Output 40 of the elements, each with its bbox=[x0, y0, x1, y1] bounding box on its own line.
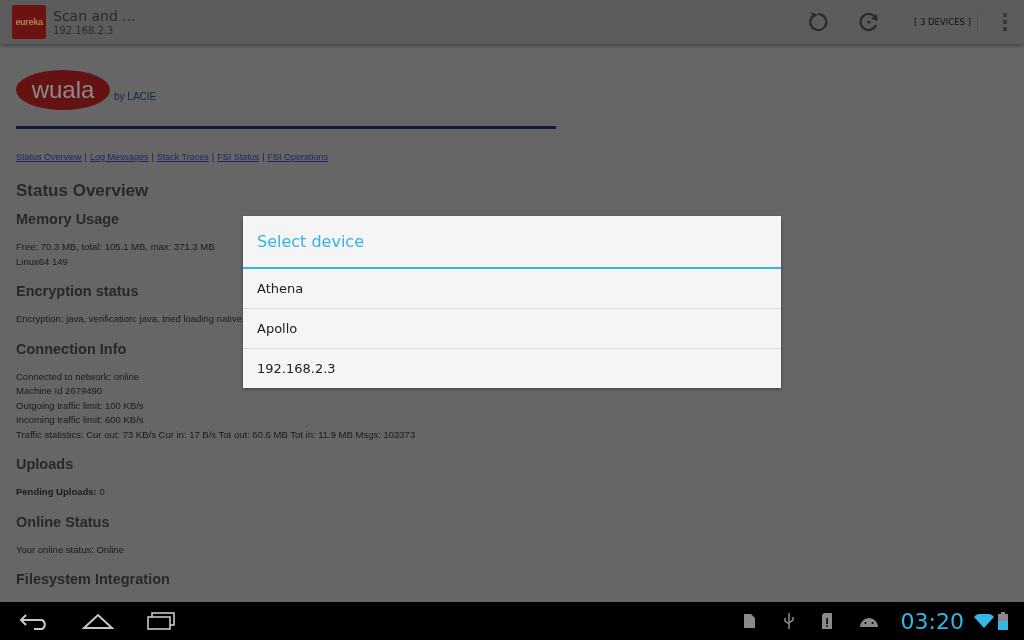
section-heading: Memory Usage bbox=[16, 211, 120, 227]
info-text: Outgoing traffic limit: 100 KB/s bbox=[16, 398, 144, 413]
logo-byline: by LACIE bbox=[114, 91, 157, 102]
device-item[interactable]: Athena bbox=[243, 269, 781, 309]
info-text: Encryption: java, verification: java, tried loading native bbox=[16, 312, 242, 326]
link-separator: | bbox=[84, 152, 87, 162]
nav-link[interactable]: Stack Traces bbox=[156, 152, 209, 162]
link-separator: | bbox=[211, 152, 215, 162]
info-text: Traffic statistics: Cur out: 73 KB/s Cur in: 17 B/s Tot out: 60.6 MB Tot in: 11.9 MB Msgs: 103373 bbox=[16, 427, 416, 442]
recent-apps-icon[interactable] bbox=[146, 612, 176, 630]
info-text: Your online status: Online bbox=[16, 542, 124, 557]
info-text: Incoming traffic limit: 600 KB/s bbox=[16, 413, 144, 427]
link-separator: | bbox=[262, 152, 265, 162]
device-item[interactable]: Apollo bbox=[243, 309, 781, 349]
info-text: Linux64 149 bbox=[16, 254, 68, 269]
info-text: Machine Id 2679490 bbox=[16, 384, 103, 398]
nav-link[interactable]: Log Messages bbox=[89, 152, 149, 162]
section-heading: Encryption status bbox=[16, 283, 139, 299]
link-separator: | bbox=[151, 152, 154, 162]
clock: 03:20 bbox=[900, 608, 964, 634]
section-heading: Connection Info bbox=[16, 340, 127, 357]
info-text: Connected to network: online bbox=[16, 369, 140, 384]
usb-icon bbox=[782, 612, 795, 630]
home-icon[interactable] bbox=[82, 612, 114, 630]
battery-icon bbox=[998, 612, 1008, 630]
app-icon[interactable]: eureka bbox=[12, 5, 46, 39]
wifi-icon bbox=[974, 614, 994, 628]
page-heading: Status Overview bbox=[16, 181, 149, 201]
nav-link[interactable]: Status Overview bbox=[16, 152, 82, 162]
dialog-title: Select device bbox=[243, 216, 781, 269]
devices-button[interactable]: [ 3 DEVICES ] bbox=[907, 11, 978, 33]
nav-link[interactable]: FSI Status bbox=[217, 152, 260, 162]
sd-card-icon bbox=[820, 612, 833, 630]
device-item[interactable]: 192.168.2.3 bbox=[243, 349, 781, 388]
logo: wuala bbox=[16, 70, 110, 110]
section-heading: Filesystem Integration bbox=[16, 571, 170, 587]
section-heading: Uploads bbox=[16, 456, 74, 472]
section-heading: Online Status bbox=[16, 513, 110, 530]
info-text: Free: 70.3 MB, total: 105.1 MB, max: 371.3 MB bbox=[16, 240, 215, 254]
info-text: Pending Uploads: 0 bbox=[16, 485, 105, 499]
